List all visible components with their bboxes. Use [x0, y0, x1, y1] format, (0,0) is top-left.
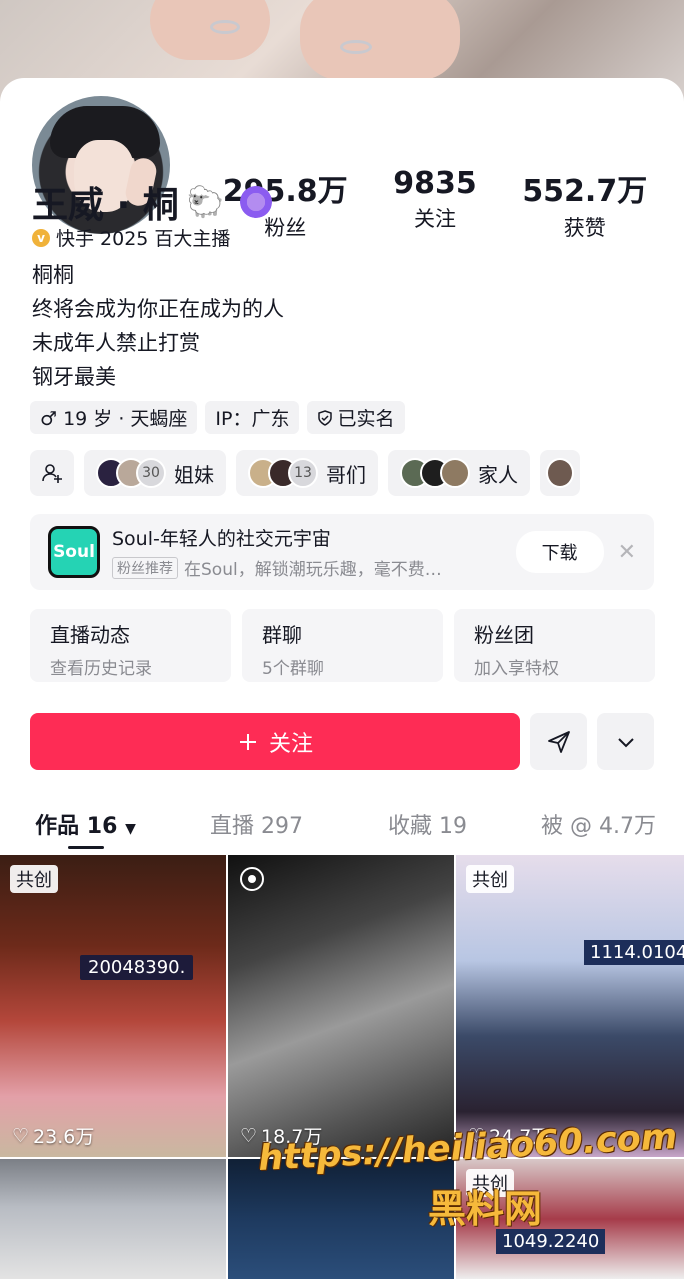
quick-links: 直播动态 查看历史记录 群聊 5个群聊 粉丝团 加入享特权 — [30, 609, 655, 682]
sheep-icon: 🐑 — [186, 184, 225, 220]
follow-button[interactable]: 关注 — [30, 713, 520, 770]
co-create-badge: 共创 — [10, 865, 58, 893]
ad-title: Soul-年轻人的社交元宇宙 — [112, 528, 331, 550]
video-thumbnail[interactable]: 1114.0104 共创 ♡ 24.7万 — [456, 855, 684, 1157]
group-label: 哥们 — [326, 462, 366, 487]
plus-icon — [239, 733, 256, 750]
certification: v 快手 2025 百大主播 — [32, 224, 230, 251]
group-more[interactable] — [540, 450, 580, 496]
ad-banner[interactable]: Soul Soul-年轻人的社交元宇宙 粉丝推荐 在Soul，解锁潮玩乐趣，毫不… — [30, 514, 654, 590]
quick-fan-club[interactable]: 粉丝团 加入享特权 — [454, 609, 655, 682]
chevron-down-icon — [617, 737, 634, 747]
profile-name: 王威 · 桐 — [32, 185, 179, 226]
bio-line: 终将会成为你正在成为的人 — [32, 297, 284, 321]
certification-text: 快手 2025 百大主播 — [56, 228, 231, 250]
ad-description: 在Soul，解锁潮玩乐趣，毫不费… — [184, 560, 442, 580]
screen-number: 20048390. — [80, 955, 194, 980]
likes-value: 23.6万 — [33, 1126, 95, 1148]
action-bar: 关注 — [30, 713, 654, 770]
verified-v-icon: v — [32, 228, 50, 247]
watermark-name: 黑料网 — [428, 1187, 543, 1231]
stat-value: 552.7万 — [522, 174, 648, 209]
ad-tag: 粉丝推荐 — [112, 556, 178, 579]
bio-line: 未成年人禁止打赏 — [32, 331, 200, 355]
follow-label: 关注 — [268, 731, 313, 757]
quick-title: 群聊 — [262, 623, 302, 647]
tab-count: 297 — [261, 814, 303, 839]
group-brothers[interactable]: 13 哥们 — [236, 450, 378, 496]
quick-subtitle: 5个群聊 — [262, 659, 324, 679]
screen-number: 1114.0104 — [584, 940, 684, 965]
name-row: 王威 · 桐 🐑 — [32, 176, 273, 228]
video-grid: 20048390. 共创 ♡ 23.6万 ♡ 18.7万 1114.0104 共… — [0, 855, 684, 1279]
quick-group-chat[interactable]: 群聊 5个群聊 — [242, 609, 443, 682]
tag-verified-label: 已实名 — [337, 408, 395, 430]
add-friend-button[interactable] — [30, 450, 74, 496]
tab-label: 被 @ — [541, 814, 592, 839]
share-button[interactable] — [530, 713, 587, 770]
profile-tags: ♂ 19 岁 · 天蝎座 IP：广东 已实名 — [30, 401, 405, 434]
heart-icon: ♡ — [12, 1124, 30, 1147]
bio-line: 桐桐 — [32, 263, 74, 287]
soul-app-icon: Soul — [48, 526, 100, 578]
tab-count: 16 — [86, 814, 118, 839]
tab-live[interactable]: 直播 297 — [171, 806, 342, 852]
video-thumbnail[interactable] — [0, 1159, 226, 1279]
tab-label: 作品 — [35, 814, 80, 839]
video-thumbnail[interactable]: 20048390. 共创 ♡ 23.6万 — [0, 855, 226, 1157]
stat-label: 关注 — [414, 207, 456, 231]
shield-icon — [318, 409, 333, 426]
group-label: 家人 — [478, 462, 518, 487]
tab-count: 4.7万 — [599, 814, 656, 839]
stat-likes[interactable]: 552.7万 获赞 — [522, 166, 647, 242]
co-create-badge: 共创 — [466, 865, 514, 893]
tag-ip: IP：广东 — [205, 401, 300, 434]
stat-value: 9835 — [393, 166, 477, 201]
tab-label: 收藏 — [387, 814, 432, 839]
video-thumbnail[interactable]: ♡ 18.7万 — [228, 855, 454, 1157]
group-label: 姐妹 — [174, 462, 214, 487]
group-count: 13 — [288, 458, 318, 488]
tab-favorites[interactable]: 收藏 19 — [342, 806, 513, 852]
quick-live-history[interactable]: 直播动态 查看历史记录 — [30, 609, 231, 682]
caret-down-icon: ▼ — [125, 821, 136, 837]
stat-following[interactable]: 9835 关注 — [393, 166, 477, 242]
tab-works[interactable]: 作品 16 ▼ — [0, 806, 171, 852]
tag-verified: 已实名 — [307, 401, 405, 434]
bio: 桐桐 终将会成为你正在成为的人 未成年人禁止打赏 钢牙最美 — [32, 258, 284, 394]
download-button[interactable]: 下载 — [515, 531, 604, 573]
quick-title: 直播动态 — [50, 623, 130, 647]
group-sisters[interactable]: 30 姐妹 — [84, 450, 226, 496]
group-family[interactable]: 家人 — [388, 450, 530, 496]
pinned-target-icon — [240, 867, 264, 891]
quick-subtitle: 加入享特权 — [474, 659, 559, 679]
likes-count: ♡ 23.6万 — [12, 1122, 94, 1149]
send-icon — [547, 730, 570, 753]
group-count: 30 — [136, 458, 166, 488]
quick-subtitle: 查看历史记录 — [50, 659, 152, 679]
tab-count: 19 — [439, 814, 467, 839]
bio-line: 钢牙最美 — [32, 365, 116, 389]
tab-mentions[interactable]: 被 @ 4.7万 — [513, 806, 684, 852]
quick-title: 粉丝团 — [474, 623, 534, 647]
tab-label: 直播 — [209, 814, 254, 839]
stat-label: 获赞 — [563, 216, 606, 240]
friend-groups: 30 姐妹 13 哥们 家人 — [30, 450, 684, 496]
add-user-icon — [42, 464, 62, 483]
close-icon[interactable]: ✕ — [618, 540, 636, 565]
heart-icon: ♡ — [240, 1124, 258, 1147]
more-button[interactable] — [597, 713, 654, 770]
content-tabs: 作品 16 ▼ 直播 297 收藏 19 被 @ 4.7万 — [0, 806, 684, 852]
level-badge-icon[interactable] — [240, 186, 273, 218]
tag-age: ♂ 19 岁 · 天蝎座 — [30, 401, 198, 434]
